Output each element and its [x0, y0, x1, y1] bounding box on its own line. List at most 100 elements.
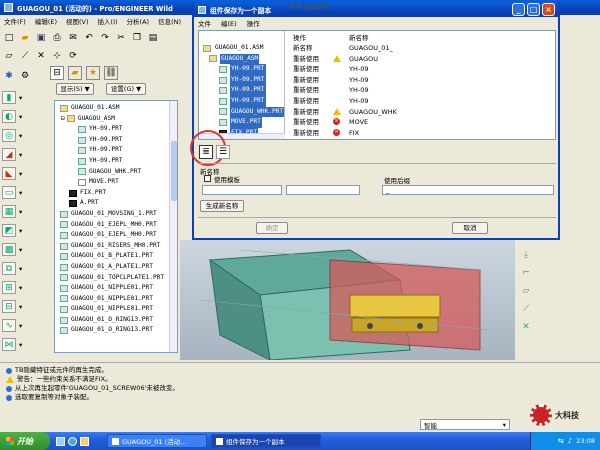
connections-tab-icon[interactable]: ⛓ — [104, 66, 118, 80]
show-button[interactable]: 显示(S) ▼ — [56, 83, 94, 95]
trim-tool-icon[interactable]: ⊟ — [2, 300, 16, 313]
model-tree-item[interactable]: GUAGOU_WHK.PRT — [57, 167, 177, 178]
row-new-name[interactable]: YH-09 — [349, 96, 368, 107]
print-icon[interactable]: ⎙ — [50, 31, 64, 45]
model-tree-item[interactable]: GUAGOU_01_NIPPLE01.PRT — [57, 283, 177, 294]
model-tree-item[interactable]: GUAGOU_01_RISERS_MH0.PRT — [57, 241, 177, 252]
pattern-tool-icon[interactable]: ▩ — [2, 243, 16, 256]
tree-scrollbar[interactable] — [169, 101, 177, 352]
model-tree-item[interactable]: GUAGOU_01_NIPPLE01.PRT — [57, 294, 177, 305]
folder-icon[interactable] — [80, 436, 89, 446]
new-file-icon[interactable]: □ — [2, 31, 16, 45]
task-save-copy-dialog[interactable]: 组件保存为一个副本 — [211, 434, 321, 448]
dialog-tree-item[interactable]: GUAGOU_01.ASM — [199, 43, 284, 54]
row-action[interactable]: 重新使用 — [293, 107, 319, 118]
dialog-tree-item[interactable]: YH-09.PRT — [199, 95, 284, 107]
dropdown-arrow-icon[interactable]: ▾ — [19, 208, 22, 216]
csys-icon[interactable]: ⊹ — [50, 49, 64, 63]
row-action[interactable]: 重新使用 — [293, 54, 319, 65]
dropdown-arrow-icon[interactable]: ▾ — [19, 303, 22, 311]
axis-tool-icon[interactable]: ⟋ — [519, 302, 533, 316]
ie-icon[interactable] — [68, 436, 77, 446]
detail-view-icon[interactable]: ≣ — [199, 145, 213, 159]
dropdown-arrow-icon[interactable]: ▾ — [19, 227, 22, 235]
model-tree-item[interactable]: YH-09.PRT — [57, 156, 177, 167]
dropdown-arrow-icon[interactable]: ▾ — [19, 284, 22, 292]
cut-icon[interactable]: ✂ — [114, 31, 128, 45]
row-action[interactable]: 重新使用 — [293, 75, 319, 86]
blend-tool-icon[interactable]: ⋈ — [2, 338, 16, 351]
dropdown-arrow-icon[interactable]: ▾ — [19, 246, 22, 254]
extrude-tool-icon[interactable]: ▮ — [2, 91, 16, 104]
dialog-menu-edit[interactable]: 编(E) — [221, 18, 237, 28]
datum-axis-icon[interactable]: ⟋ — [18, 49, 32, 63]
model-tree-item[interactable]: GUAGOU_01_O_RING13.PRT — [57, 325, 177, 336]
hole-tool-icon[interactable]: ◎ — [2, 129, 16, 142]
dialog-tree-item[interactable]: GUAGOU_WHK.PRT — [199, 106, 285, 118]
model-tree-item[interactable]: YH-09.PRT — [57, 124, 177, 135]
menu-view[interactable]: 视图(V) — [66, 16, 89, 26]
network-icon[interactable]: ⇆ — [558, 437, 564, 445]
use-template-checkbox[interactable] — [204, 175, 211, 182]
email-icon[interactable]: ✉ — [66, 31, 80, 45]
open-folder-icon[interactable]: ▰ — [18, 31, 32, 45]
dialog-row[interactable]: 重新使用 GUAGOU_WHK — [293, 107, 553, 118]
revolve-tool-icon[interactable]: ◐ — [2, 110, 16, 123]
model-tree-item[interactable]: GUAGOU_01_B_PLATE1.PRT — [57, 251, 177, 262]
paste-icon[interactable]: ▤ — [146, 31, 160, 45]
plane-tool-icon[interactable]: ▱ — [519, 284, 533, 298]
model-tree-item[interactable]: GUAGOU_01_NIPPLE01.PRT — [57, 304, 177, 315]
dialog-tree-item[interactable]: MOVE.PRT — [199, 117, 284, 128]
ok-button[interactable]: 确定 — [256, 222, 288, 234]
settings-button[interactable]: 设置(G) ▼ — [106, 83, 146, 95]
volume-icon[interactable]: ♪ — [568, 437, 572, 445]
row-action[interactable]: 重新使用 — [293, 85, 319, 96]
task-proe-main[interactable]: GUAGOU_01 (活动... — [107, 434, 207, 448]
model-tree-item[interactable]: GUAGOU_01_O_RING13.PRT — [57, 315, 177, 326]
minimize-button[interactable]: _ — [512, 3, 525, 16]
maximize-button[interactable]: □ — [527, 3, 540, 16]
suffix-field[interactable]: _ — [382, 185, 554, 195]
model-tree-tab-icon[interactable]: ⊟ — [50, 66, 64, 80]
datum-plane-icon[interactable]: ▱ — [2, 49, 16, 63]
dialog-menu-action[interactable]: 操作 — [247, 18, 260, 28]
dropdown-arrow-icon[interactable]: ▾ — [19, 189, 22, 197]
expand-toggle-icon[interactable]: ⊟ — [61, 114, 65, 125]
menu-edit[interactable]: 编辑(E) — [35, 16, 57, 26]
row-new-name[interactable]: GUAGOU_01_ — [349, 43, 393, 54]
menu-insert[interactable]: 插入(I) — [98, 16, 118, 26]
folder-browser-tab-icon[interactable]: ▰ — [68, 66, 82, 80]
model-tree-item[interactable]: ⊟ GUAGOU_ASM — [57, 114, 177, 125]
model-tree-item[interactable]: GUAGOU_01_MOVSING_1.PRT — [57, 209, 177, 220]
row-action[interactable]: 重新使用 — [293, 117, 319, 128]
draft-tool-icon[interactable]: ◩ — [2, 224, 16, 237]
row-action[interactable]: 重新使用 — [293, 96, 319, 107]
sweep-tool-icon[interactable]: ∿ — [2, 319, 16, 332]
dialog-tree-item[interactable]: GUAGOU_ASM — [199, 53, 284, 65]
close-button[interactable]: × — [542, 3, 555, 16]
dropdown-arrow-icon[interactable]: ▾ — [19, 341, 22, 349]
redo-icon[interactable]: ↷ — [98, 31, 112, 45]
new-component-icon[interactable]: ✱ — [2, 69, 16, 83]
menu-analysis[interactable]: 分析(A) — [127, 16, 150, 26]
model-tree-item[interactable]: A.PRT — [57, 198, 177, 209]
dialog-row[interactable]: 重新使用 YH-09 — [293, 85, 553, 96]
datum-point-icon[interactable]: ✕ — [34, 49, 48, 63]
dropdown-arrow-icon[interactable]: ▾ — [19, 151, 22, 159]
favorites-tab-icon[interactable]: ★ — [86, 66, 100, 80]
tree-scroll-thumb[interactable] — [171, 141, 177, 201]
shell-tool-icon[interactable]: ▭ — [2, 186, 16, 199]
template-prefix-field[interactable] — [202, 185, 282, 195]
model-tree-item[interactable]: GUAGOU_01_TOPCLPLATE1.PRT — [57, 273, 177, 284]
cancel-button[interactable]: 取消 — [452, 222, 488, 234]
insert-component-icon[interactable]: ⤓ — [519, 248, 533, 262]
dropdown-arrow-icon[interactable]: ▾ — [19, 132, 22, 140]
row-new-name[interactable]: MOVE — [349, 117, 368, 128]
start-button[interactable]: 开始 — [0, 432, 50, 450]
row-action[interactable]: 新名称 — [293, 43, 313, 54]
dropdown-arrow-icon[interactable]: ▾ — [19, 94, 22, 102]
generate-new-name-button[interactable]: 生成新名称 — [200, 200, 244, 212]
row-new-name[interactable]: YH-09 — [349, 75, 368, 86]
dropdown-arrow-icon[interactable]: ▾ — [19, 322, 22, 330]
undo-icon[interactable]: ↶ — [82, 31, 96, 45]
